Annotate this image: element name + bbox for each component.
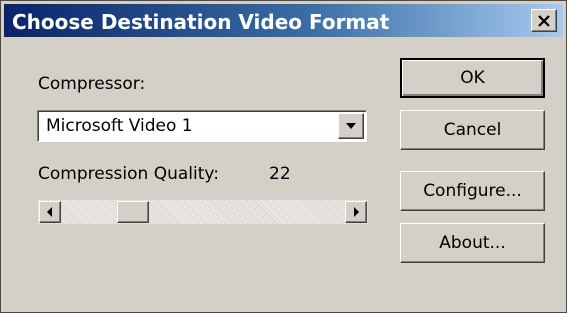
- compression-quality-label: Compression Quality:: [38, 164, 219, 184]
- video-format-dialog: Choose Destination Video Format Compress…: [0, 0, 567, 313]
- window-title: Choose Destination Video Format: [12, 10, 390, 34]
- compression-quality-slider[interactable]: [38, 200, 368, 224]
- compressor-dropdown[interactable]: Microsoft Video 1: [37, 110, 367, 142]
- compression-quality-value: 22: [269, 164, 291, 184]
- slider-thumb[interactable]: [117, 201, 149, 223]
- ok-button[interactable]: OK: [400, 58, 545, 98]
- arrow-left-icon: [47, 207, 52, 217]
- chevron-down-icon: [346, 123, 356, 129]
- about-button[interactable]: About...: [400, 223, 545, 263]
- compressor-label: Compressor:: [38, 74, 146, 94]
- close-icon: [538, 14, 550, 27]
- close-button[interactable]: [531, 9, 557, 32]
- scroll-right-button[interactable]: [345, 201, 367, 223]
- arrow-right-icon: [354, 207, 359, 217]
- scroll-left-button[interactable]: [39, 201, 61, 223]
- compressor-dropdown-button[interactable]: [338, 113, 364, 139]
- configure-button[interactable]: Configure...: [400, 171, 545, 211]
- cancel-button[interactable]: Cancel: [400, 110, 545, 150]
- title-bar: Choose Destination Video Format: [4, 4, 563, 37]
- compressor-selected-value: Microsoft Video 1: [46, 116, 193, 136]
